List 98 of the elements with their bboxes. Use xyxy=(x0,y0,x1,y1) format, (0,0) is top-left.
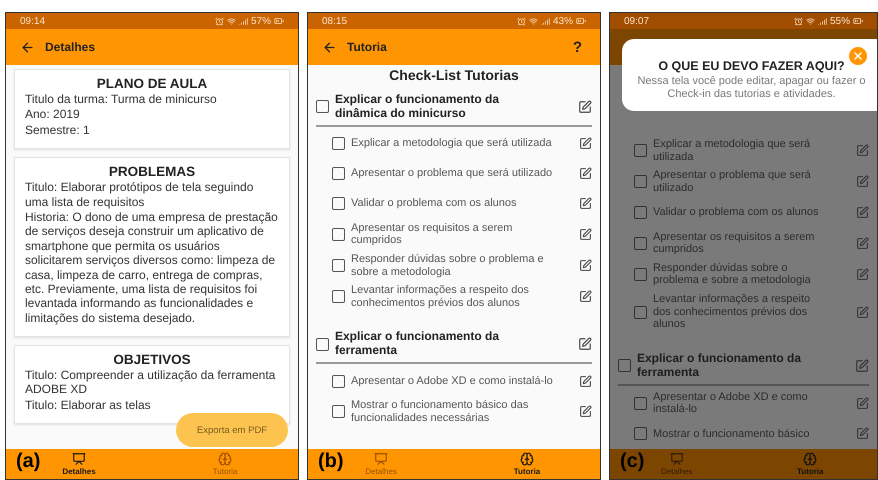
panel-label: (c) xyxy=(620,450,644,473)
checkbox[interactable] xyxy=(634,427,647,440)
edit-icon[interactable] xyxy=(579,259,592,272)
edit-icon[interactable] xyxy=(579,374,592,388)
signal-icon xyxy=(540,16,550,26)
alarm-icon xyxy=(794,16,803,26)
checkbox[interactable] xyxy=(634,268,647,281)
checklist-item: Explicar a metodologia que será utilizada xyxy=(653,138,812,164)
edit-icon[interactable] xyxy=(579,167,592,180)
checkbox[interactable] xyxy=(618,359,631,372)
edit-icon[interactable] xyxy=(578,100,592,114)
checklist-item: Validar o problema com os alunos xyxy=(653,206,820,219)
checkbox[interactable] xyxy=(332,374,345,388)
checkbox[interactable] xyxy=(332,405,345,418)
screen-title: Detalhes xyxy=(45,40,96,54)
wifi-icon xyxy=(528,16,538,26)
wifi-icon xyxy=(806,16,815,26)
checkbox[interactable] xyxy=(332,228,345,241)
checkbox[interactable] xyxy=(634,236,647,250)
brain-icon xyxy=(218,452,232,466)
battery-level: 55% xyxy=(830,16,850,26)
group-heading: Explicar o funcionamento da dinâmica do minicurso xyxy=(335,93,500,121)
card-title: PLANO DE AULA xyxy=(96,76,208,91)
back-icon[interactable] xyxy=(20,40,35,54)
brain-icon xyxy=(803,452,818,466)
dialog-message: Nessa tela você pode editar, apagar ou fazer o Check-in das tutorias e atividades. xyxy=(636,75,867,102)
battery-level: 57% xyxy=(250,16,271,26)
close-icon xyxy=(852,50,864,62)
export-pdf-button[interactable]: Exporta em PDF xyxy=(176,413,288,447)
checkbox[interactable] xyxy=(332,290,345,304)
checklist-item: Mostrar o funcionamento básico xyxy=(653,428,811,440)
checkbox[interactable] xyxy=(316,100,329,114)
battery-icon xyxy=(576,16,586,26)
checklist-item: Levantar informações a respeito dos conhecimentos prévios dos alunos xyxy=(653,293,812,332)
battery-icon xyxy=(274,16,284,26)
edit-icon[interactable] xyxy=(579,405,592,418)
card-title: OBJETIVOS xyxy=(112,352,192,368)
card-text: Semestre: 1 xyxy=(25,122,91,138)
checkbox[interactable] xyxy=(634,175,647,188)
card-text: Titulo: Elaborar protótipos de tela seguindo uma lista de requisitos xyxy=(25,180,254,209)
edit-icon[interactable] xyxy=(578,337,592,352)
brain-icon xyxy=(520,452,534,466)
checklist-item: Responder dúvidas sobre o problema e sobre a metodologia xyxy=(653,262,812,288)
signal-icon xyxy=(238,16,248,26)
group-heading: Explicar o funcionamento da ferramenta xyxy=(335,330,500,358)
card-text: Titulo: Compreender a utilização da ferramenta ADOBE XD xyxy=(25,368,276,397)
help-button[interactable]: ? xyxy=(568,38,586,56)
signal-icon xyxy=(818,16,827,26)
presentation-icon xyxy=(670,452,684,466)
edit-icon[interactable] xyxy=(579,197,592,210)
checklist-item: Mostrar o funcionamento básico das funcionalidades necessárias xyxy=(351,399,530,424)
checkbox[interactable] xyxy=(332,259,345,272)
status-time: 09:07 xyxy=(624,16,650,26)
card-text: Titulo: Elaborar as telas xyxy=(25,398,152,412)
card-text: Historia: O dono de uma empresa de prestação de serviços deseja construir um aplicativo de smartphone que permita os usuários solicitarem serviços diversos como: limpeza de casa, limpeza de carro, entrega de compras, etc. Previamente, uma lista de requisitos foi levantada informando as funcionalidades e limitações do sistema desejado. xyxy=(25,210,279,326)
presentation-icon xyxy=(374,452,388,466)
alarm-icon xyxy=(516,16,526,26)
status-time: 08:15 xyxy=(322,16,348,26)
checkbox[interactable] xyxy=(332,167,345,180)
checkbox[interactable] xyxy=(634,206,647,220)
edit-icon[interactable] xyxy=(579,137,592,150)
list-title: Check-List Tutorias xyxy=(388,67,520,83)
nav-tab[interactable]: Tutoria xyxy=(744,449,877,479)
checklist-item: Apresentar os requisitos a serem cumpridos xyxy=(351,222,514,247)
battery-icon xyxy=(853,16,863,26)
checkbox[interactable] xyxy=(634,396,647,410)
card-title: PROBLEMAS xyxy=(108,164,196,180)
checklist-item: Responder dúvidas sobre o problema e sobre a metodologia xyxy=(351,252,545,278)
dialog-title: O QUE EU DEVO FAZER AQUI? xyxy=(657,59,846,73)
screen-title: Tutoria xyxy=(347,40,388,54)
checklist-item: Apresentar o Adobe XD e como instalá-lo xyxy=(653,390,809,416)
checkbox[interactable] xyxy=(332,197,345,210)
checkbox[interactable] xyxy=(316,338,329,351)
back-icon[interactable] xyxy=(322,40,337,54)
checklist-item: Apresentar os requisitos a serem cumpridos xyxy=(653,230,816,256)
edit-icon[interactable] xyxy=(579,228,592,241)
checklist-item: Explicar a metodologia que será utilizada xyxy=(351,137,553,150)
wifi-icon xyxy=(226,16,236,26)
checklist-item: Apresentar o problema que será utilizado xyxy=(653,169,812,195)
checklist-item: Apresentar o Adobe XD e como instalá-lo xyxy=(351,374,554,388)
status-time: 09:14 xyxy=(20,16,46,26)
nav-tab[interactable]: Tutoria xyxy=(454,449,600,479)
checkbox[interactable] xyxy=(634,144,647,158)
edit-icon[interactable] xyxy=(579,290,592,304)
card-text: Titulo da turma: Turma de minicurso xyxy=(25,92,218,106)
presentation-icon xyxy=(72,452,86,466)
checklist-item: Levantar informações a respeito dos conhecimentos prévios dos alunos xyxy=(351,284,530,310)
checkbox[interactable] xyxy=(634,306,647,319)
group-heading: Explicar o funcionamento da ferramenta xyxy=(637,352,802,380)
panel-label: (b) xyxy=(318,450,344,473)
nav-tab[interactable]: Tutoria xyxy=(152,449,298,479)
alarm-icon xyxy=(214,16,224,26)
battery-level: 43% xyxy=(552,16,573,26)
checklist-item: Validar o problema com os alunos xyxy=(351,197,518,210)
checkbox[interactable] xyxy=(332,137,345,150)
checklist-item: Apresentar o problema que será utilizado xyxy=(351,167,554,180)
card-text: Ano: 2019 xyxy=(25,107,81,122)
panel-label: (a) xyxy=(16,450,40,473)
